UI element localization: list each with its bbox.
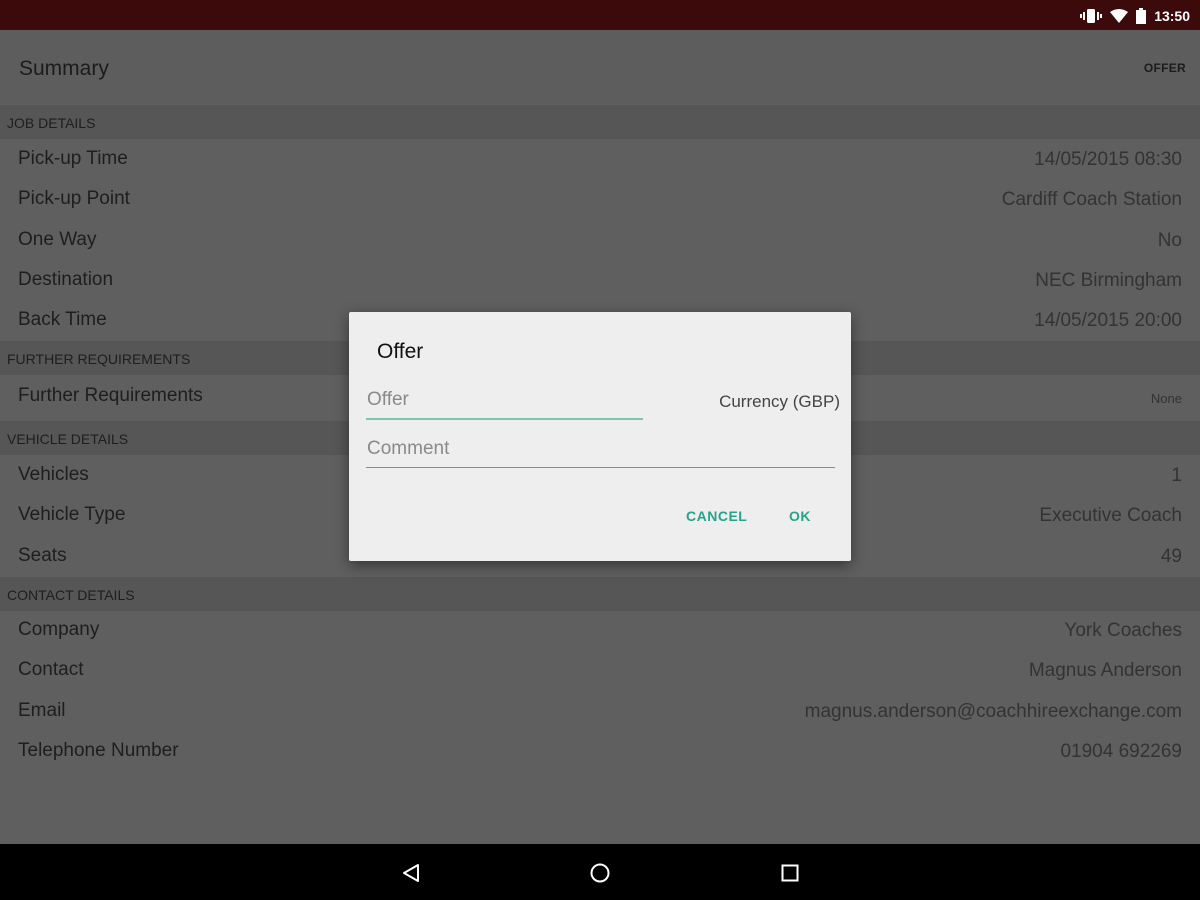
vibrate-icon <box>1080 8 1103 24</box>
dialog-title: Offer <box>377 340 424 363</box>
ok-button[interactable]: OK <box>789 508 811 524</box>
detail-value: 14/05/2015 20:00 <box>1034 310 1182 331</box>
page-title: Summary <box>19 57 109 80</box>
detail-label: Back Time <box>18 309 107 330</box>
navigation-bar <box>0 844 1200 900</box>
detail-label: Further Requirements <box>18 385 203 406</box>
detail-label: Destination <box>18 269 114 290</box>
currency-label: Currency (GBP) <box>719 392 840 411</box>
detail-value: 49 <box>1160 546 1182 567</box>
section-header-contact-details: CONTACT DETAILS <box>0 577 1200 611</box>
detail-label: Company <box>18 619 100 640</box>
detail-value: No <box>1157 230 1182 251</box>
detail-value: 01904 692269 <box>1060 741 1182 762</box>
detail-row: Pick-up Point Cardiff Coach Station <box>0 180 1200 220</box>
detail-value: 1 <box>1171 465 1182 486</box>
detail-label: Contact <box>18 659 84 680</box>
detail-row: Company York Coaches <box>0 611 1200 651</box>
detail-value: Cardiff Coach Station <box>1001 189 1182 210</box>
detail-value: Magnus Anderson <box>1028 660 1182 681</box>
status-icons: 13:50 <box>1080 6 1190 26</box>
detail-label: One Way <box>18 229 97 250</box>
offer-input[interactable] <box>366 382 643 420</box>
recents-icon[interactable] <box>775 858 805 888</box>
comment-input[interactable] <box>366 430 835 468</box>
detail-value: NEC Birmingham <box>1035 270 1182 291</box>
detail-value: Executive Coach <box>1039 505 1182 526</box>
detail-row: Telephone Number 01904 692269 <box>0 732 1200 772</box>
detail-label: Telephone Number <box>18 740 179 761</box>
home-icon[interactable] <box>585 858 615 888</box>
detail-label: Vehicle Type <box>18 504 126 525</box>
detail-value: magnus.anderson@coachhireexchange.com <box>804 701 1182 722</box>
battery-icon <box>1136 8 1147 24</box>
detail-row: Email magnus.anderson@coachhireexchange.… <box>0 692 1200 732</box>
detail-value: 14/05/2015 08:30 <box>1034 149 1182 170</box>
detail-label: Vehicles <box>18 464 89 485</box>
toolbar: Summary OFFER <box>0 30 1200 104</box>
detail-row: Pick-up Time 14/05/2015 08:30 <box>0 140 1200 180</box>
offer-dialog: Offer Currency (GBP) CANCEL OK <box>349 312 851 561</box>
detail-row: Contact Magnus Anderson <box>0 651 1200 691</box>
detail-value: York Coaches <box>1064 620 1182 641</box>
detail-row: Destination NEC Birmingham <box>0 261 1200 301</box>
detail-label: Pick-up Point <box>18 188 130 209</box>
detail-value: None <box>1150 391 1182 406</box>
status-time: 13:50 <box>1154 8 1190 24</box>
back-icon[interactable] <box>396 858 426 888</box>
wifi-icon <box>1110 8 1129 24</box>
offer-action-button[interactable]: OFFER <box>1144 61 1186 75</box>
detail-row: One Way No <box>0 221 1200 261</box>
status-bar: 13:50 <box>0 0 1200 30</box>
detail-label: Email <box>18 700 66 721</box>
detail-label: Seats <box>18 545 67 566</box>
section-header-job-details: JOB DETAILS <box>0 105 1200 139</box>
cancel-button[interactable]: CANCEL <box>686 508 747 524</box>
detail-label: Pick-up Time <box>18 148 128 169</box>
